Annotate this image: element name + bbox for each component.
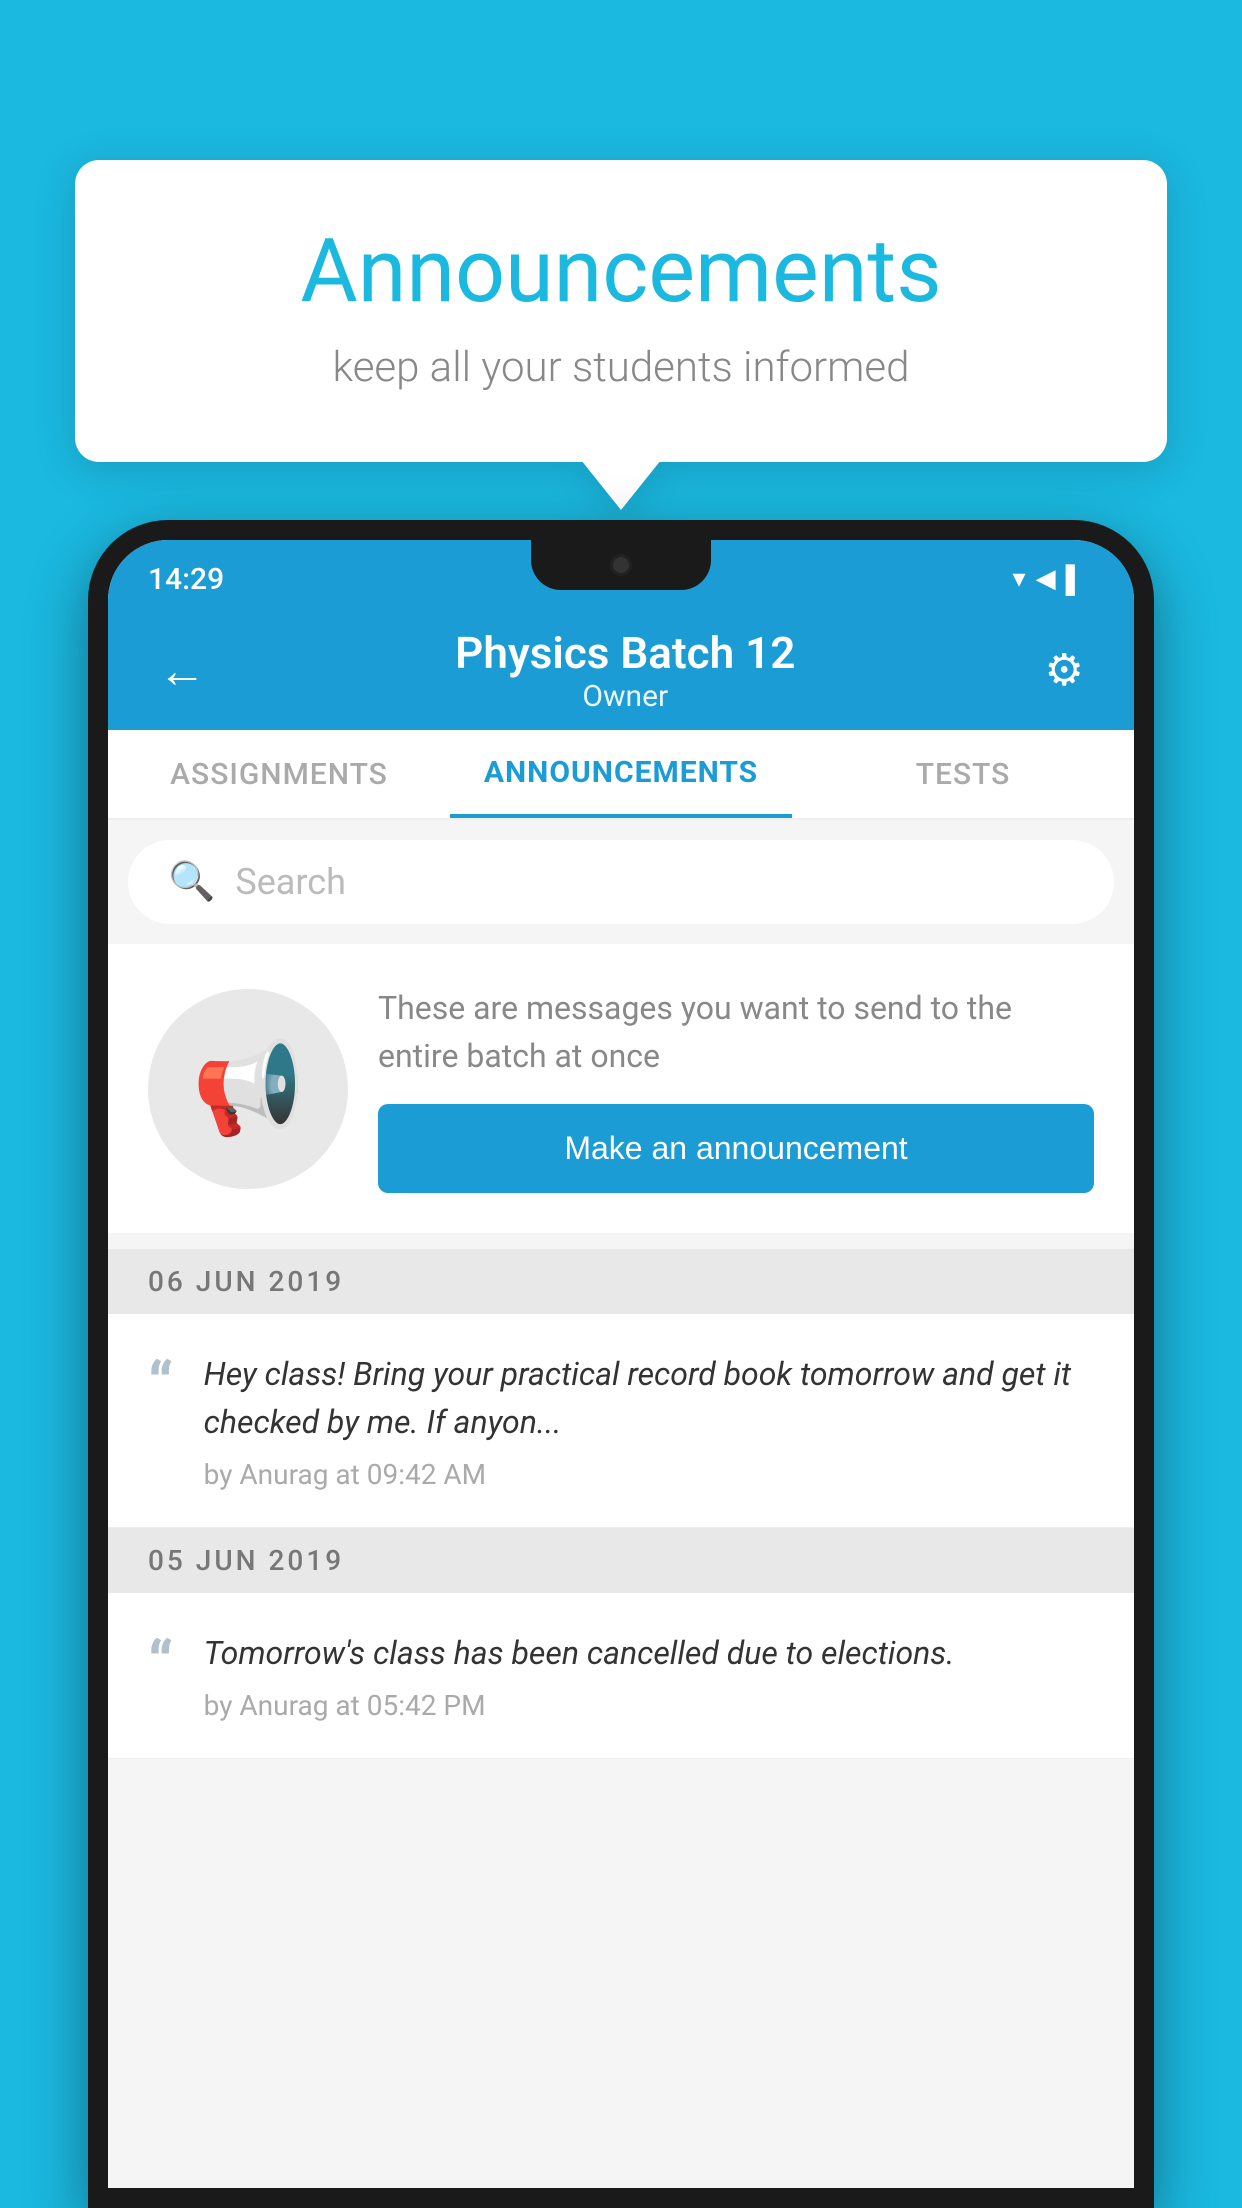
status-time: 14:29 bbox=[148, 562, 224, 597]
quote-icon-2: “ bbox=[148, 1634, 174, 1694]
announcement-content-1: Hey class! Bring your practical record b… bbox=[204, 1350, 1094, 1491]
hero-card: Announcements keep all your students inf… bbox=[75, 160, 1167, 462]
app-bar: ← Physics Batch 12 Owner ⚙ bbox=[108, 610, 1134, 730]
announcement-message-2: Tomorrow's class has been cancelled due … bbox=[204, 1629, 1094, 1677]
make-announcement-button[interactable]: Make an announcement bbox=[378, 1104, 1094, 1193]
tab-tests[interactable]: TESTS bbox=[792, 730, 1134, 818]
tab-assignments[interactable]: ASSIGNMENTS bbox=[108, 730, 450, 818]
announcement-prompt: 📢 These are messages you want to send to… bbox=[108, 944, 1134, 1233]
megaphone-icon: 📢 bbox=[192, 1036, 304, 1141]
camera bbox=[610, 554, 632, 576]
date-separator-1: 06 JUN 2019 bbox=[108, 1249, 1134, 1314]
app-bar-center: Physics Batch 12 Owner bbox=[455, 627, 795, 714]
phone-notch bbox=[531, 540, 711, 590]
app-bar-title: Physics Batch 12 bbox=[455, 627, 795, 679]
announcement-message-1: Hey class! Bring your practical record b… bbox=[204, 1350, 1094, 1446]
prompt-description: These are messages you want to send to t… bbox=[378, 984, 1094, 1080]
announcement-meta-2: by Anurag at 05:42 PM bbox=[204, 1689, 1094, 1722]
app-bar-subtitle: Owner bbox=[455, 679, 795, 714]
tabs: ASSIGNMENTS ANNOUNCEMENTS TESTS bbox=[108, 730, 1134, 820]
prompt-right: These are messages you want to send to t… bbox=[378, 984, 1094, 1193]
megaphone-circle: 📢 bbox=[148, 989, 348, 1189]
settings-button[interactable]: ⚙ bbox=[1035, 634, 1094, 706]
battery-icon: ▌ bbox=[1066, 564, 1084, 595]
tab-announcements[interactable]: ANNOUNCEMENTS bbox=[450, 730, 792, 818]
search-icon: 🔍 bbox=[168, 860, 215, 904]
announcement-item-1[interactable]: “ Hey class! Bring your practical record… bbox=[108, 1314, 1134, 1528]
hero-title: Announcements bbox=[155, 220, 1087, 323]
date-separator-2: 05 JUN 2019 bbox=[108, 1528, 1134, 1593]
search-bar[interactable]: 🔍 Search bbox=[128, 840, 1114, 924]
announcement-content-2: Tomorrow's class has been cancelled due … bbox=[204, 1629, 1094, 1722]
phone-frame: 14:29 ▾ ◀ ▌ ← Physics Batch 12 Owner ⚙ A… bbox=[88, 520, 1154, 2208]
phone-screen: 14:29 ▾ ◀ ▌ ← Physics Batch 12 Owner ⚙ A… bbox=[108, 540, 1134, 2188]
search-placeholder: Search bbox=[235, 861, 346, 903]
announcement-meta-1: by Anurag at 09:42 AM bbox=[204, 1458, 1094, 1491]
announcement-item-2[interactable]: “ Tomorrow's class has been cancelled du… bbox=[108, 1593, 1134, 1759]
hero-subtitle: keep all your students informed bbox=[155, 343, 1087, 392]
back-button[interactable]: ← bbox=[148, 632, 216, 709]
status-icons: ▾ ◀ ▌ bbox=[1013, 564, 1084, 595]
wifi-icon: ▾ bbox=[1013, 564, 1026, 594]
content-area: 🔍 Search 📢 These are messages you want t… bbox=[108, 820, 1134, 2188]
signal-icon: ◀ bbox=[1036, 564, 1056, 594]
quote-icon-1: “ bbox=[148, 1355, 174, 1415]
